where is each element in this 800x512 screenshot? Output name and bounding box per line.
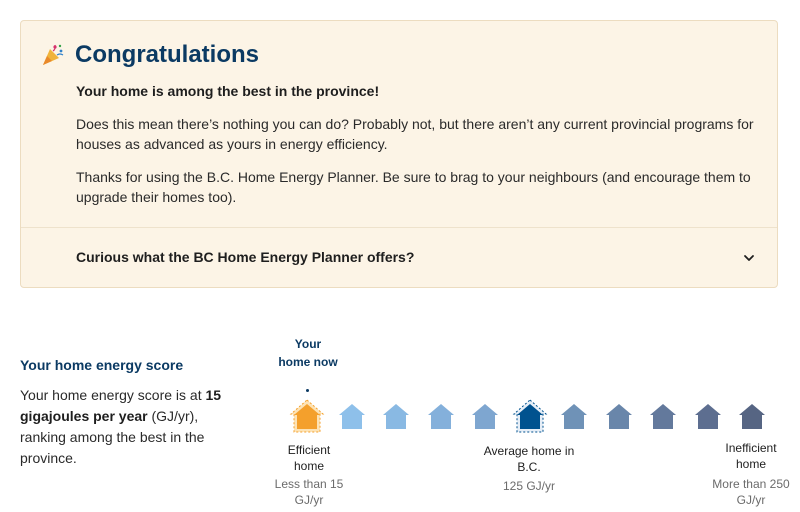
accordion-label: Curious what the BC Home Energy Planner … (76, 249, 415, 265)
house-icon (512, 399, 547, 433)
card-paragraph-1: Does this mean there’s nothing you can d… (76, 116, 754, 152)
your-home-now-label: Your home now (278, 337, 338, 369)
house-icon (650, 404, 676, 429)
card-title: Congratulations (75, 41, 259, 68)
house-icon (338, 404, 365, 429)
party-popper-icon (43, 44, 64, 65)
efficient-label: Efficient home (287, 443, 331, 473)
average-label: Average home in B.C. (483, 444, 575, 474)
inefficient-sub: More than 250 GJ/yr (712, 477, 790, 507)
your-home-marker (306, 389, 309, 392)
house-icon (472, 404, 498, 429)
average-sub: 125 GJ/yr (502, 479, 556, 493)
house-icon (605, 404, 632, 429)
energy-score-heading: Your home energy score (20, 357, 184, 373)
house-icon (561, 404, 587, 429)
card-paragraph-2: Thanks for using the B.C. Home Energy Pl… (76, 169, 751, 205)
house-icon (289, 399, 325, 433)
efficient-sub: Less than 15 GJ/yr (274, 477, 344, 507)
house-icon (383, 404, 409, 429)
card-header: Congratulations (41, 41, 259, 69)
congratulations-card: Congratulations Your home is among the b… (20, 20, 778, 288)
house-icon (427, 404, 454, 429)
house-icon (694, 404, 721, 429)
inefficient-label: Inefficient home (725, 441, 777, 471)
house-icon (739, 404, 765, 429)
chevron-down-icon[interactable] (743, 252, 755, 264)
card-headline: Your home is among the best in the provi… (76, 83, 380, 99)
energy-score-description: Your home energy score is at 15 gigajoul… (20, 385, 240, 469)
planner-offers-accordion[interactable]: Curious what the BC Home Energy Planner … (21, 228, 777, 288)
score-desc-prefix: Your home energy score is at (20, 387, 202, 403)
